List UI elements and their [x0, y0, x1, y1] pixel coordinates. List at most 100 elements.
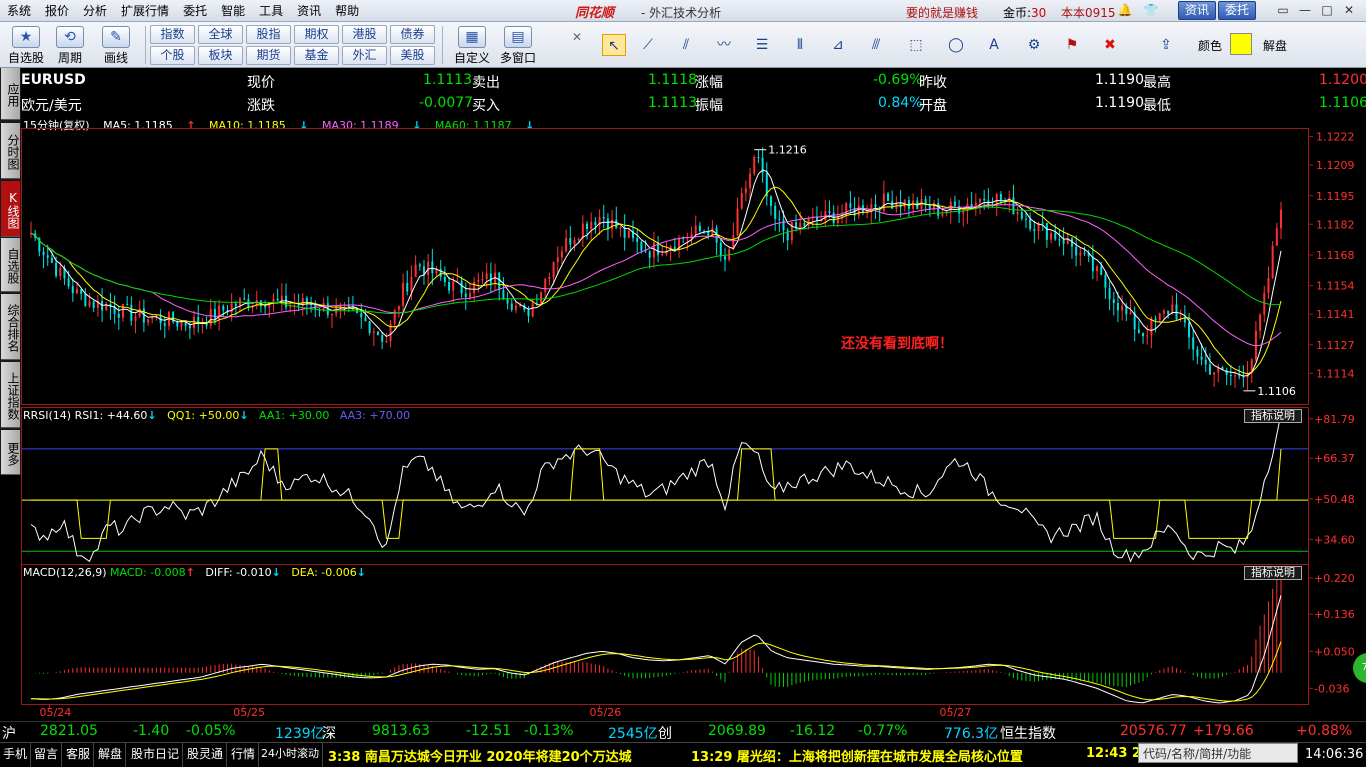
search-input[interactable]: 代码/名称/简拼/功能	[1138, 743, 1298, 763]
message-button[interactable]: 留言	[31, 743, 63, 767]
macd-title[interactable]: MACD(12,26,9)	[23, 566, 107, 579]
maximize-icon[interactable]: □	[1318, 2, 1336, 19]
custom-button[interactable]: ▦ 自定义	[450, 24, 494, 66]
candle-body	[138, 308, 141, 317]
close-icon[interactable]: ✕	[1340, 2, 1358, 19]
menu-tools[interactable]: 工具	[252, 0, 290, 22]
menu-analysis[interactable]: 分析	[76, 0, 114, 22]
cursor-icon[interactable]: ↖	[602, 34, 626, 56]
candle-body	[310, 304, 313, 306]
news-ticker-1[interactable]: 3:38 南昌万达城今日开业 2020年将建20个万达城	[328, 746, 632, 765]
export-icon[interactable]: ⇪	[1154, 34, 1178, 56]
btn-us-stocks[interactable]: 美股	[390, 46, 435, 65]
guling-button[interactable]: 股灵通	[184, 743, 228, 767]
tab-watchlist[interactable]: 自选股	[1, 238, 20, 292]
btn-hk-stocks[interactable]: 港股	[342, 25, 387, 44]
tab-intraday[interactable]: 分时图	[1, 123, 20, 179]
bookmark-icon[interactable]: ⚑	[1060, 34, 1084, 56]
diary-button[interactable]: 股市日记	[128, 743, 184, 767]
24h-scroll-button[interactable]: 24小时滚动	[258, 743, 323, 767]
color-swatch[interactable]	[1230, 33, 1252, 55]
btn-bonds[interactable]: 债券	[390, 25, 435, 44]
btn-forex[interactable]: 外汇	[342, 46, 387, 65]
candle-body	[364, 317, 367, 322]
close-drawing-icon[interactable]: ✕	[570, 26, 584, 48]
line-tool-icon[interactable]: ⟋	[636, 34, 660, 56]
period-button[interactable]: ⟲ 周期	[50, 24, 90, 66]
menu-trade[interactable]: 委托	[176, 0, 214, 22]
slogan-text[interactable]: 要的就是赚钱	[906, 4, 978, 21]
btn-sectors[interactable]: 板块	[198, 46, 243, 65]
minimize-icon[interactable]: —	[1296, 2, 1314, 19]
hs-label[interactable]: 恒生指数	[1000, 723, 1056, 743]
candle-body	[46, 255, 49, 258]
service-button[interactable]: 客服	[63, 743, 95, 767]
multiwindow-button[interactable]: ▤ 多窗口	[496, 24, 540, 66]
btn-index[interactable]: 指数	[150, 25, 195, 44]
sz-label[interactable]: 深	[322, 723, 336, 743]
candle-body	[372, 331, 375, 333]
btn-global[interactable]: 全球	[198, 25, 243, 44]
aa3-value: AA3: +70.00	[339, 409, 411, 422]
menu-smart[interactable]: 智能	[214, 0, 252, 22]
macd-indicator-help-button[interactable]: 指标说明	[1244, 566, 1302, 580]
gann-lines-icon[interactable]: ⦀	[788, 34, 812, 56]
menu-news[interactable]: 资讯	[290, 0, 328, 22]
candle-body	[121, 303, 124, 318]
btn-stock-index[interactable]: 股指	[246, 25, 291, 44]
delete-icon[interactable]: ✖	[1098, 34, 1122, 56]
btn-options[interactable]: 期权	[294, 25, 339, 44]
candle-body	[510, 303, 513, 310]
gear-icon[interactable]: ⚙	[1022, 34, 1046, 56]
restore-icon[interactable]: ▭	[1274, 2, 1292, 19]
menu-help[interactable]: 帮助	[328, 0, 366, 22]
wave-tool-icon[interactable]: 〰	[712, 34, 736, 56]
sh-label[interactable]: 沪	[2, 723, 16, 743]
trade-button[interactable]: 委托	[1218, 1, 1257, 20]
news-button[interactable]: 资讯	[1178, 1, 1217, 20]
candle-body	[431, 261, 434, 274]
cy-label[interactable]: 创	[658, 723, 672, 743]
candle-body	[560, 251, 563, 258]
unlock-button[interactable]: 解盘	[1263, 37, 1287, 54]
fib-retracement-icon[interactable]: ☰	[750, 34, 774, 56]
chart-annotation: 还没有看到底啊！	[841, 336, 953, 352]
macd-tick-label: +0.050	[1314, 645, 1355, 658]
ma-line-ma5	[30, 169, 1282, 377]
shirt-icon[interactable]: 👕	[1142, 2, 1160, 19]
date-label: 05/27	[940, 706, 972, 719]
candle-body	[485, 273, 488, 279]
mobile-button[interactable]: 手机	[0, 743, 32, 767]
news-ticker-2[interactable]: 13:29 屠光绍：上海将把创新摆在城市发展全局核心位置	[691, 746, 1023, 765]
parallel-line-icon[interactable]: ⫽	[674, 34, 698, 56]
channel-tool-icon[interactable]: ⫻	[864, 34, 888, 56]
bell-icon[interactable]: 🔔	[1116, 2, 1134, 19]
market-button[interactable]: 行情	[228, 743, 260, 767]
tab-more[interactable]: 更多	[1, 430, 20, 475]
color-label: 颜色	[1198, 39, 1223, 53]
tab-kline[interactable]: K线图	[1, 181, 20, 237]
menu-system[interactable]: 系统	[0, 0, 38, 22]
ellipse-tool-icon[interactable]: ◯	[944, 34, 968, 56]
rsi-title[interactable]: RRSI(14)	[23, 409, 71, 422]
candle-body	[744, 188, 747, 193]
btn-funds[interactable]: 基金	[294, 46, 339, 65]
dea-line	[31, 641, 1282, 702]
rectangle-tool-icon[interactable]: ⬚	[904, 34, 928, 56]
drawline-button[interactable]: ✎ 画线	[96, 24, 136, 66]
text-tool-icon[interactable]: A	[982, 34, 1006, 56]
commentary-button[interactable]: 解盘	[95, 743, 127, 767]
watchlist-button[interactable]: ★ 自选股	[6, 24, 46, 66]
btn-futures[interactable]: 期货	[246, 46, 291, 65]
tab-ranking[interactable]: 综合排名	[1, 294, 20, 360]
btn-stocks[interactable]: 个股	[150, 46, 195, 65]
menu-extended[interactable]: 扩展行情	[114, 0, 176, 22]
fan-tool-icon[interactable]: ⊿	[826, 34, 850, 56]
rsi-indicator-help-button[interactable]: 指标说明	[1244, 409, 1302, 423]
tab-apps[interactable]: 应用	[1, 68, 20, 120]
chart-svg[interactable]: 1.1222 1.1209 1.1195 1.1182 1.1168 1.1154 1.11…	[21, 68, 1366, 721]
chart-area[interactable]: EURUSD 欧元/美元 现价 1.1113 涨跌 -0.0077 卖出 1.1…	[21, 68, 1366, 721]
tab-sh-index[interactable]: 上证指数	[1, 362, 20, 428]
menu-quote[interactable]: 报价	[38, 0, 76, 22]
candle-body	[464, 293, 467, 298]
